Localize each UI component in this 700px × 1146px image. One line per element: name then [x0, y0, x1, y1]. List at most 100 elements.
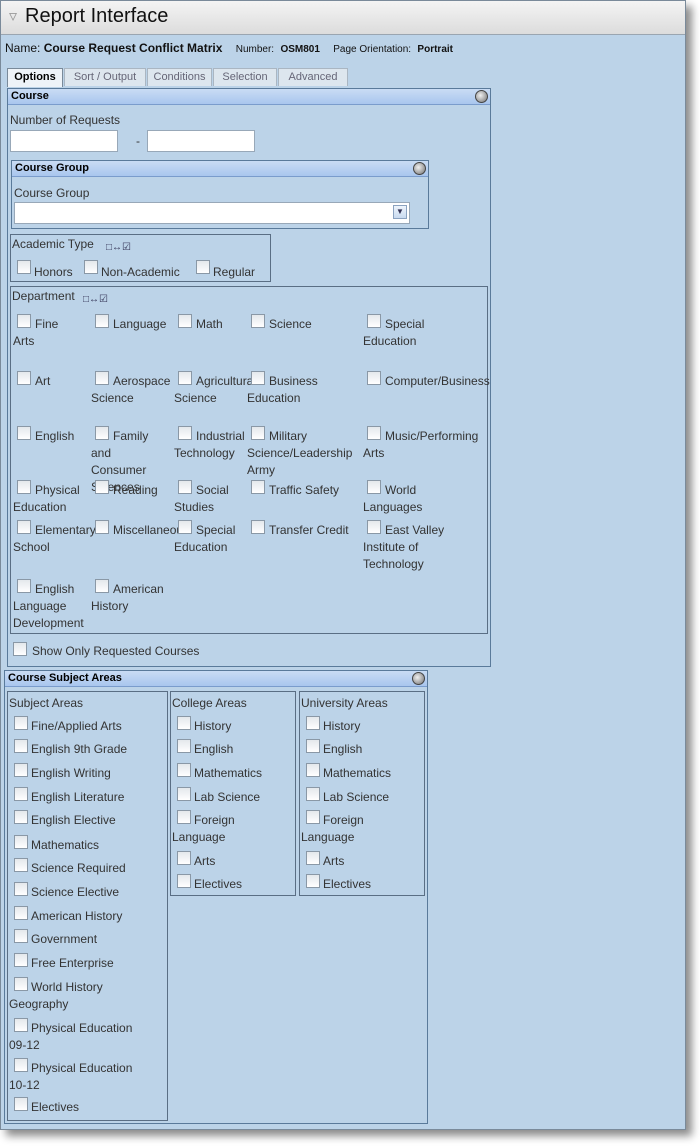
academic-type-label: Academic Type — [12, 237, 94, 251]
academic-type-checkbox[interactable] — [17, 260, 31, 274]
number-label: Number: — [235, 44, 275, 55]
university-area-option: Arts — [323, 854, 345, 868]
university-area-option: Foreign Language — [301, 813, 364, 844]
department-option: Agricultural Science — [174, 374, 257, 405]
department-option: East Valley Institute of Technology — [363, 523, 445, 571]
subject-area-option: Electives — [31, 1100, 80, 1114]
department-option: Special Education — [174, 523, 236, 554]
subject-area-option: World History Geography — [9, 980, 103, 1011]
college-area-option: Foreign Language — [172, 813, 235, 844]
course-panel-title: Course — [11, 90, 49, 102]
college-areas-group: College Areas History English Mathematics L… — [170, 691, 296, 896]
collapse-icon[interactable] — [412, 672, 425, 685]
show-only-requested-checkbox[interactable] — [13, 642, 27, 656]
department-option: Transfer Credit — [269, 523, 349, 537]
department-option: Music/Performing Arts — [363, 429, 479, 460]
department-option: Art — [35, 374, 51, 388]
department-option: Special Education — [363, 317, 425, 348]
department-option: Physical Education — [13, 483, 80, 514]
university-area-option: History — [323, 719, 361, 733]
report-info: Name: Course Request Conflict Matrix Num… — [5, 41, 453, 55]
tab-conditions[interactable]: Conditions — [147, 68, 212, 86]
subject-areas-panel-title: Course Subject Areas — [8, 672, 122, 684]
academic-type-option: Honors — [34, 265, 73, 279]
tab-advanced[interactable]: Advanced — [278, 68, 348, 86]
department-label: Department — [12, 289, 75, 303]
department-option: American History — [91, 582, 164, 613]
subject-area-option: American History — [31, 909, 123, 923]
number-of-requests-label: Number of Requests — [10, 113, 121, 127]
university-area-option: Electives — [323, 877, 372, 891]
tab-options[interactable]: Options — [7, 68, 63, 87]
show-only-requested-label: Show Only Requested Courses — [32, 644, 200, 658]
title-bar: ▿ Report Interface — [1, 1, 685, 35]
page-orientation: Portrait — [417, 44, 453, 55]
subject-area-option: Fine/Applied Arts — [31, 719, 122, 733]
subject-area-option: English Elective — [31, 813, 116, 827]
academic-type-option: Non-Academic — [101, 265, 180, 279]
name-label: Name: — [5, 41, 41, 55]
subject-area-option: Physical Education 10-12 — [9, 1061, 133, 1092]
tab-sort-output[interactable]: Sort / Output — [64, 68, 146, 86]
subject-area-option: English Literature — [31, 790, 125, 804]
requests-max-input[interactable] — [147, 130, 255, 152]
subject-area-option: Government — [31, 932, 98, 946]
collapse-icon[interactable] — [475, 90, 488, 103]
course-group-panel: Course Group Course Group ▼ — [11, 160, 429, 229]
chevron-down-icon[interactable]: ▼ — [393, 205, 407, 219]
requests-min-input[interactable] — [10, 130, 118, 152]
filter-icon: ▿ — [9, 8, 18, 25]
department-option: Aerospace Science — [91, 374, 171, 405]
subject-area-option: Free Enterprise — [31, 956, 114, 970]
department-option: English — [35, 429, 75, 443]
course-subject-areas-panel: Course Subject Areas Subject Areas Fine/… — [4, 670, 428, 1124]
report-number: OSM801 — [280, 44, 320, 55]
collapse-icon[interactable] — [413, 162, 426, 175]
department-option: Computer/Business — [385, 374, 490, 388]
subject-areas-title: Subject Areas — [9, 696, 84, 710]
university-area-option: Lab Science — [323, 790, 390, 804]
course-panel-header: Course — [8, 89, 490, 105]
range-dash: - — [136, 134, 140, 148]
subject-area-option: Mathematics — [31, 838, 100, 852]
course-group-header: Course Group — [12, 161, 428, 177]
report-window: ▿ Report Interface Name: Course Request … — [0, 0, 686, 1130]
toggle-all-icon[interactable]: □↔☑ — [106, 242, 131, 254]
department-option: Traffic Safety — [269, 483, 340, 497]
course-panel: Course Number of Requests - Course Group… — [7, 88, 491, 667]
course-group-label: Course Group — [14, 186, 90, 200]
department-option: Reading — [113, 483, 158, 497]
department-option: Elementary School — [13, 523, 96, 554]
academic-type-option: Regular — [213, 265, 256, 279]
orientation-label: Page Orientation: — [333, 44, 412, 55]
course-group-select[interactable]: ▼ — [14, 202, 410, 224]
department-option: Math — [196, 317, 223, 331]
window-title: Report Interface — [25, 5, 169, 27]
department-option: Military Science/Leadership Army — [247, 429, 353, 477]
course-group-title: Course Group — [15, 162, 89, 174]
college-area-option: Arts — [194, 854, 216, 868]
college-area-option: History — [194, 719, 232, 733]
department-option: Industrial Technology — [174, 429, 245, 460]
college-area-option: Lab Science — [194, 790, 261, 804]
academic-type-group: Academic Type □↔☑ Honors Non-Academic Re… — [10, 234, 271, 282]
subject-areas-group: Subject Areas Fine/Applied Arts English 9… — [7, 691, 168, 1121]
college-area-option: English — [194, 742, 234, 756]
toggle-all-icon[interactable]: □↔☑ — [83, 294, 108, 306]
subject-areas-header: Course Subject Areas — [5, 671, 427, 687]
department-option: Business Education — [247, 374, 318, 405]
college-area-option: Mathematics — [194, 766, 263, 780]
tab-selection[interactable]: Selection — [213, 68, 277, 86]
subject-area-option: Science Required — [31, 861, 126, 875]
department-option: English Language Development — [13, 582, 84, 630]
college-area-option: Electives — [194, 877, 243, 891]
academic-type-checkbox[interactable] — [196, 260, 210, 274]
academic-type-checkbox[interactable] — [84, 260, 98, 274]
subject-area-option: Physical Education 09-12 — [9, 1021, 133, 1052]
department-option: Social Studies — [174, 483, 229, 514]
department-option: Language — [113, 317, 167, 331]
college-areas-title: College Areas — [172, 696, 247, 710]
university-areas-group: University Areas History English Mathemati… — [299, 691, 425, 896]
subject-area-option: English 9th Grade — [31, 742, 128, 756]
report-name: Course Request Conflict Matrix — [43, 41, 223, 55]
